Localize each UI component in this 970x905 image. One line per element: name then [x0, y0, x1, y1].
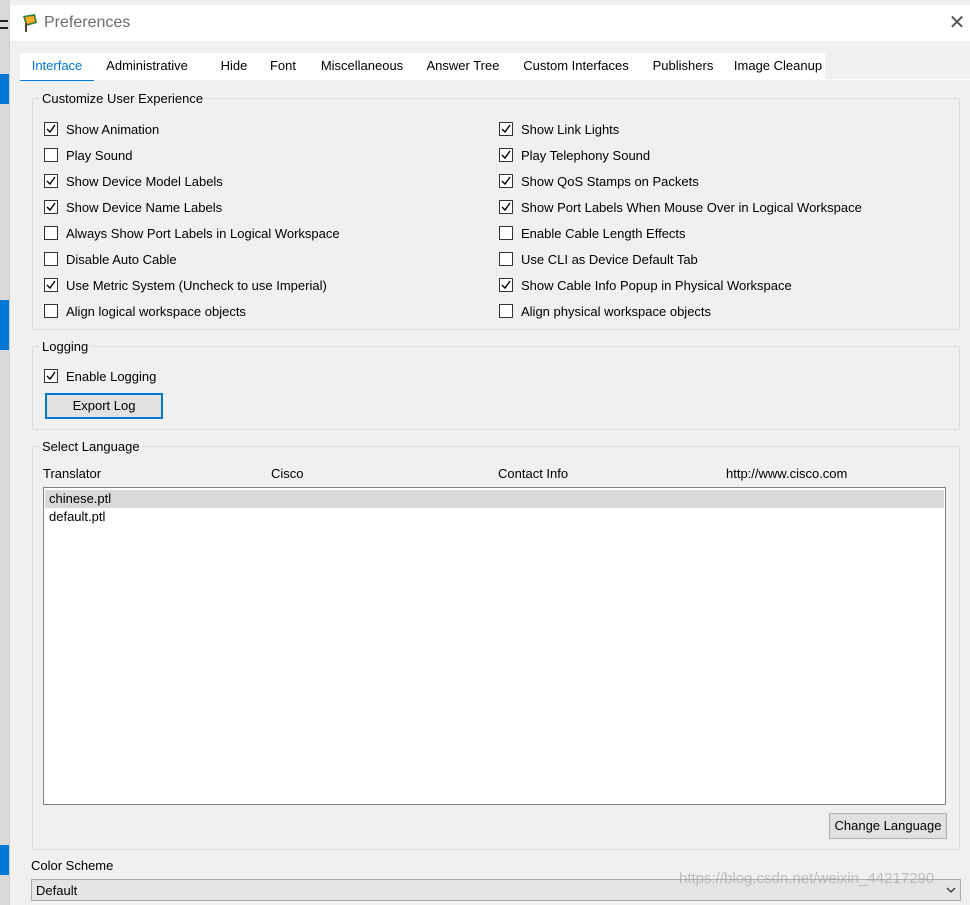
tab-answer-tree[interactable]: Answer Tree	[424, 53, 502, 79]
title-bar: Preferences ✕	[10, 5, 970, 41]
checkmark-icon	[46, 176, 56, 186]
color-scheme-value: Default	[36, 883, 78, 898]
checkmark-icon	[501, 280, 511, 290]
translator-header: Translator	[43, 466, 102, 481]
checkbox-box	[499, 252, 513, 266]
checkbox-box	[499, 278, 513, 292]
list-item[interactable]: chinese.ptl	[45, 490, 944, 508]
checkbox-box	[499, 122, 513, 136]
tab-miscellaneous[interactable]: Miscellaneous	[316, 53, 408, 79]
checkmark-icon	[501, 202, 511, 212]
preferences-dialog: Preferences ✕ Interface Administrative H…	[9, 5, 970, 905]
checkbox-box	[499, 226, 513, 240]
checkmark-icon	[46, 124, 56, 134]
contact-info-header: Contact Info	[498, 466, 569, 481]
checkbox-box	[499, 174, 513, 188]
chevron-down-icon	[946, 887, 956, 893]
tab-interface[interactable]: Interface	[20, 53, 94, 81]
logging-group: Logging Enable Logging Export Log	[32, 339, 960, 430]
checkmark-icon	[501, 124, 511, 134]
checkbox-box	[44, 369, 58, 383]
close-icon: ✕	[948, 12, 966, 34]
group-title: Logging	[40, 339, 91, 354]
contact-info-value: http://www.cisco.com	[726, 466, 848, 481]
close-button[interactable]: ✕	[944, 5, 970, 41]
tab-custom-interfaces[interactable]: Custom Interfaces	[520, 53, 632, 79]
checkbox-box	[44, 252, 58, 266]
checkbox-box	[44, 174, 58, 188]
checkbox-box	[499, 200, 513, 214]
tab-publishers[interactable]: Publishers	[648, 53, 718, 79]
packet-tracer-icon	[23, 14, 37, 32]
customize-user-experience-group: Customize User Experience Show Animation…	[32, 91, 960, 330]
translator-value: Cisco	[271, 466, 304, 481]
checkmark-icon	[46, 371, 56, 381]
group-title: Select Language	[40, 439, 142, 454]
tab-administrative[interactable]: Administrative	[104, 53, 190, 79]
checkmark-icon	[46, 202, 56, 212]
export-log-button[interactable]: Export Log	[45, 393, 163, 419]
checkbox-box	[44, 148, 58, 162]
checkbox-box	[499, 304, 513, 318]
tab-font[interactable]: Font	[266, 53, 300, 79]
color-scheme-label: Color Scheme	[31, 858, 114, 873]
language-list[interactable]: chinese.ptl default.ptl	[43, 487, 946, 805]
checkbox-box	[44, 200, 58, 214]
checkbox-box	[499, 148, 513, 162]
checkbox-box	[44, 278, 58, 292]
checkbox-box	[44, 226, 58, 240]
tab-bar: Interface Administrative Hide Font Misce…	[20, 53, 825, 81]
watermark-text: https://blog.csdn.net/weixin_44217290	[679, 870, 935, 887]
change-language-button[interactable]: Change Language	[829, 813, 947, 839]
checkmark-icon	[501, 176, 511, 186]
tab-hide[interactable]: Hide	[214, 53, 254, 79]
list-item[interactable]: default.ptl	[45, 508, 944, 526]
checkbox-box	[44, 304, 58, 318]
group-title: Customize User Experience	[40, 91, 206, 106]
window-title: Preferences	[44, 14, 131, 31]
checkmark-icon	[46, 280, 56, 290]
tab-image-cleanup[interactable]: Image Cleanup	[732, 53, 824, 79]
checkbox-box	[44, 122, 58, 136]
checkmark-icon	[501, 150, 511, 160]
